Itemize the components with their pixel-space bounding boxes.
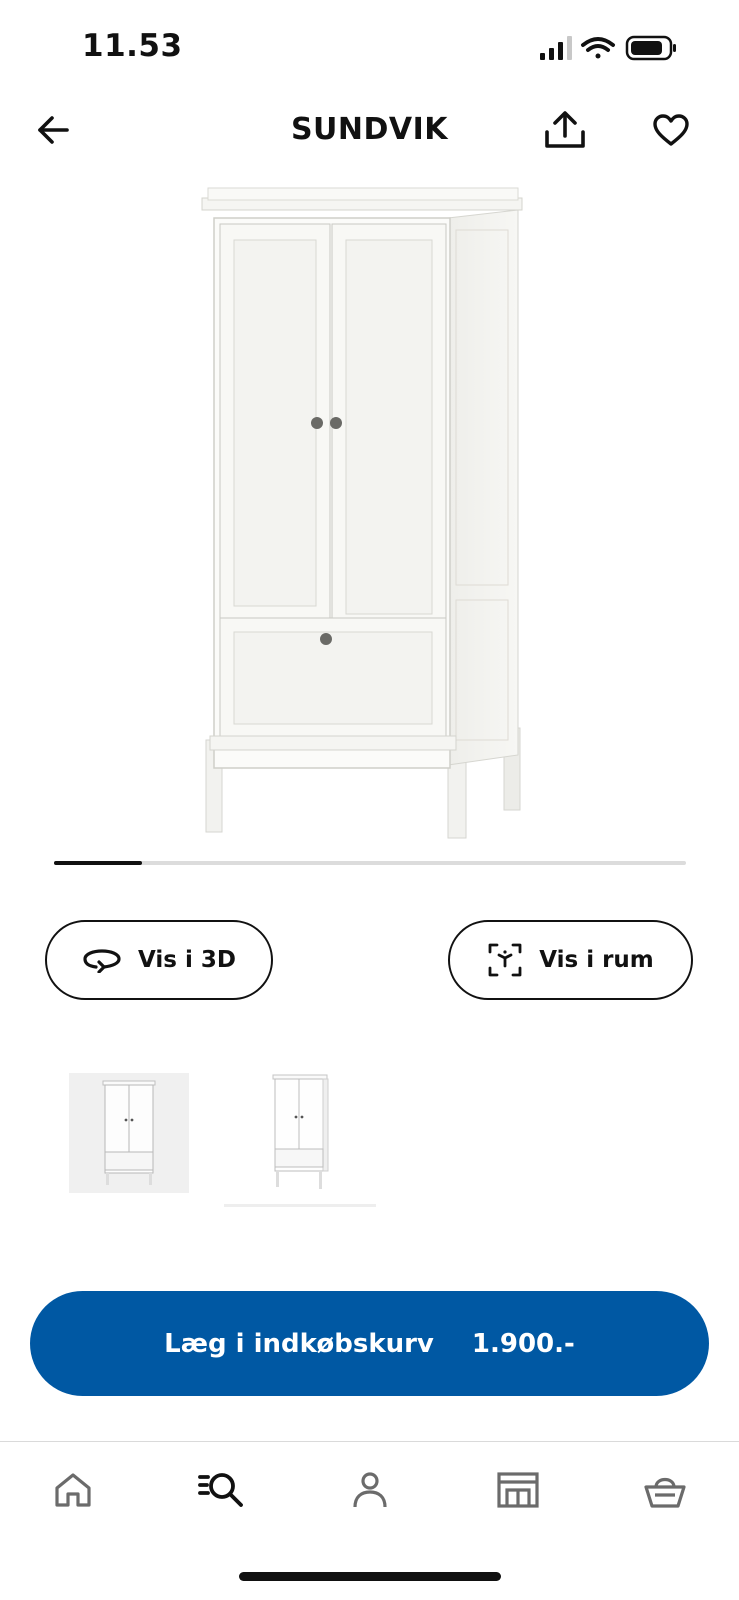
status-icons — [538, 34, 688, 64]
profile-icon — [353, 1472, 387, 1508]
tab-bar-divider — [0, 1441, 739, 1442]
back-button[interactable] — [25, 102, 81, 158]
product-image[interactable] — [150, 180, 590, 840]
share-icon — [545, 111, 585, 148]
add-to-cart-button[interactable]: Læg i indkøbskurv 1.900.- — [30, 1291, 709, 1396]
wardrobe-thumbnail-icon — [272, 1074, 329, 1189]
price: 1.900.- — [471, 1328, 575, 1359]
battery-icon — [625, 35, 676, 61]
heart-icon — [653, 114, 689, 146]
view-3d-button[interactable]: Vis i 3D — [45, 920, 273, 1000]
ar-cube-icon — [488, 943, 522, 977]
tab-basket[interactable] — [630, 1462, 700, 1518]
tab-home[interactable] — [38, 1462, 108, 1518]
wifi-icon — [581, 37, 615, 59]
share-button[interactable] — [537, 102, 593, 158]
view-3d-label: Vis i 3D — [138, 947, 236, 973]
store-icon — [497, 1472, 539, 1508]
status-time: 11.53 — [82, 28, 183, 64]
home-indicator — [239, 1572, 501, 1581]
thumbnail-1[interactable] — [69, 1073, 189, 1193]
page-title: SUNDVIK — [290, 112, 449, 147]
view-in-room-button[interactable]: Vis i rum — [448, 920, 693, 1000]
home-icon — [55, 1473, 91, 1507]
tab-profile[interactable] — [335, 1462, 405, 1518]
search-icon — [198, 1473, 243, 1507]
basket-icon — [644, 1477, 686, 1508]
carousel-progress-fill — [54, 861, 143, 865]
rotate-3d-icon — [83, 949, 121, 973]
tab-stores[interactable] — [483, 1462, 553, 1518]
view-in-room-label: Vis i rum — [539, 947, 654, 973]
arrow-left-icon — [38, 116, 69, 144]
signal-icon — [540, 36, 572, 60]
carousel-progress — [54, 861, 686, 865]
thumbnail-2[interactable] — [240, 1073, 360, 1193]
thumbnail-selected-indicator — [224, 1204, 376, 1207]
favorite-button[interactable] — [643, 102, 699, 158]
tab-search[interactable] — [186, 1462, 256, 1518]
add-to-cart-label: Læg i indkøbskurv — [164, 1328, 434, 1359]
wardrobe-thumbnail-icon — [102, 1080, 156, 1185]
